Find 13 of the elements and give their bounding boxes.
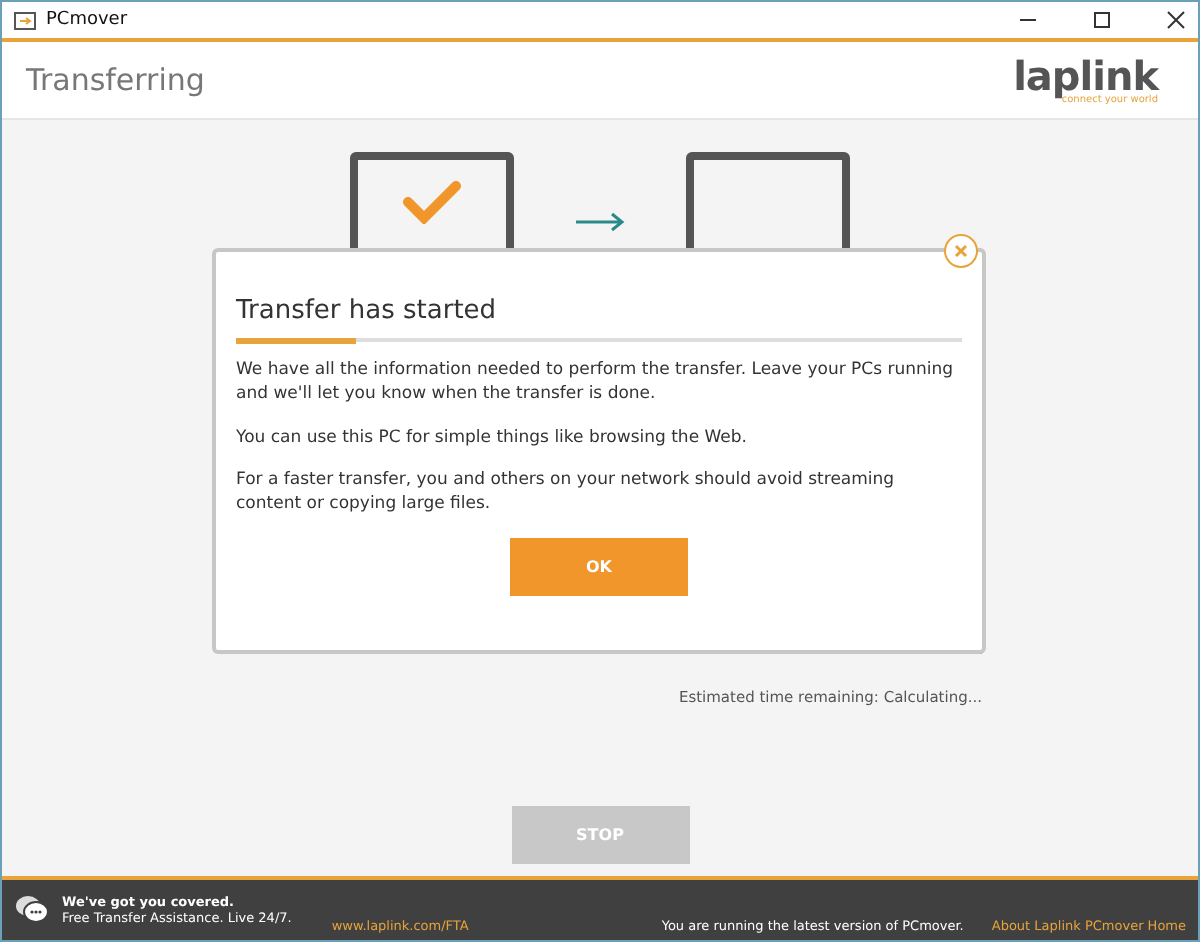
dialog-paragraph: You can use this PC for simple things like browsing the Web. [236,425,749,450]
chat-icon [14,894,50,926]
app-icon [14,11,36,29]
dialog-paragraph: For a faster transfer, you and others on your network should avoid streaming content or copying large files. [236,467,897,518]
close-icon[interactable] [1166,10,1186,30]
arrow-icon [574,212,626,232]
window-title: PCmover [46,10,130,30]
close-icon [954,244,968,258]
page-title: Transferring [26,62,205,98]
dialog-paragraph: We have all the information needed to perform the transfer. Leave your PCs running and we'll let you know when the transfer is done. [236,358,956,408]
dialog-title: Transfer has started [236,296,499,326]
logo: laplink [1013,55,1158,95]
maximize-icon[interactable] [1092,10,1112,30]
